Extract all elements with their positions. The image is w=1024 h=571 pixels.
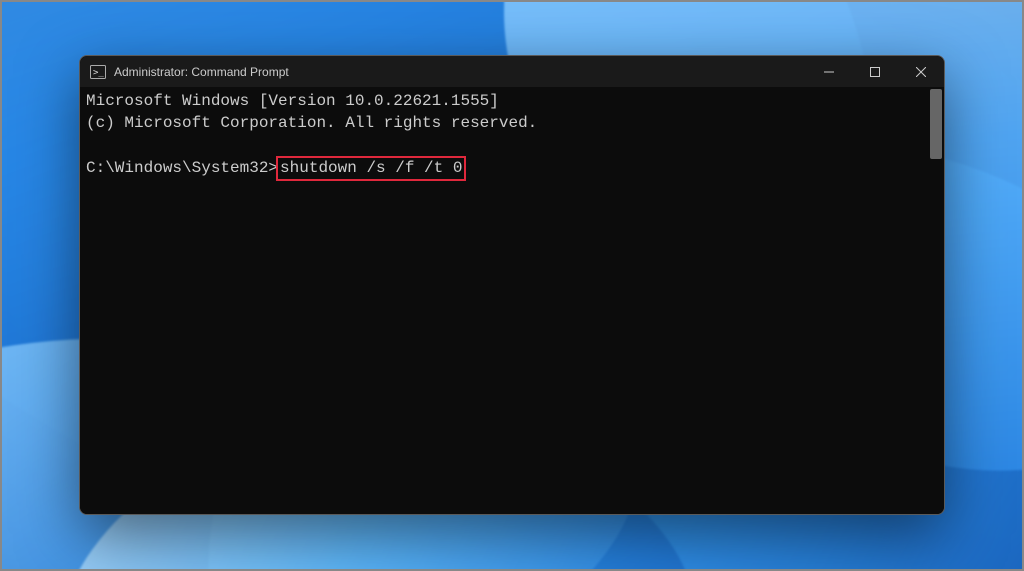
svg-text:>_: >_ <box>93 68 104 78</box>
terminal-prompt: C:\Windows\System32> <box>86 159 278 177</box>
window-controls <box>806 56 944 87</box>
terminal-command: shutdown /s /f /t 0 <box>280 159 462 177</box>
close-button[interactable] <box>898 56 944 87</box>
titlebar[interactable]: >_ Administrator: Command Prompt <box>80 56 944 87</box>
command-highlight: shutdown /s /f /t 0 <box>276 156 466 182</box>
maximize-button[interactable] <box>852 56 898 87</box>
terminal-header-line2: (c) Microsoft Corporation. All rights re… <box>86 114 537 132</box>
minimize-button[interactable] <box>806 56 852 87</box>
scrollbar-thumb[interactable] <box>930 89 942 159</box>
command-prompt-icon: >_ <box>90 64 106 80</box>
terminal-header-line1: Microsoft Windows [Version 10.0.22621.15… <box>86 92 499 110</box>
terminal-output[interactable]: Microsoft Windows [Version 10.0.22621.15… <box>80 87 944 514</box>
window-title: Administrator: Command Prompt <box>114 66 289 78</box>
command-prompt-window: >_ Administrator: Command Prompt Microso… <box>79 55 945 515</box>
